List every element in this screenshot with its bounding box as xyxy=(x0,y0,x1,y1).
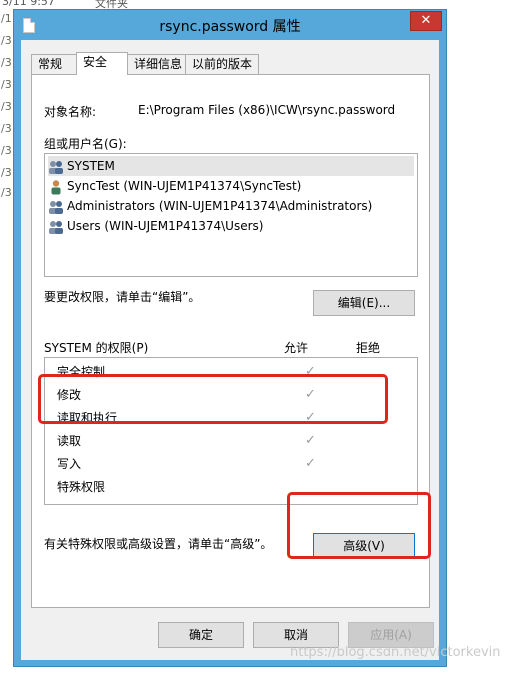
user-group-icon xyxy=(49,200,63,214)
properties-dialog: rsync.password 属性 ✕ 常规 安全 详细信息 以前的版本 对象名… xyxy=(13,9,447,667)
edit-button[interactable]: 编辑(E)... xyxy=(313,290,415,316)
edit-hint: 要更改权限，请单击“编辑”。 xyxy=(44,290,201,304)
user-group-icon xyxy=(49,220,63,234)
background-item: /3 xyxy=(1,56,12,69)
object-name-label: 对象名称: xyxy=(44,105,97,119)
user-name: SYSTEM xyxy=(67,159,115,173)
advanced-hint: 有关特殊权限或高级设置，请单击“高级”。 xyxy=(44,537,273,551)
background-item: /3 xyxy=(1,122,12,135)
permissions-header: SYSTEM 的权限(P) xyxy=(44,341,149,355)
watermark: https://blog.csdn.net/victorkevin xyxy=(290,645,501,660)
list-item[interactable]: Users (WIN-UJEM1P41374\Users) xyxy=(48,216,414,236)
dialog-client: 常规 安全 详细信息 以前的版本 对象名称: E:\Program Files … xyxy=(21,40,439,660)
list-item[interactable]: SyncTest (WIN-UJEM1P41374\SyncTest) xyxy=(48,176,414,196)
list-item[interactable]: SYSTEM xyxy=(48,156,414,176)
permission-name: 特殊权限 xyxy=(57,480,106,494)
annotation-highlight-permissions xyxy=(38,374,388,424)
group-or-user-label: 组或用户名(G): xyxy=(44,137,127,151)
allow-header: 允许 xyxy=(284,341,309,355)
object-name-value: E:\Program Files (x86)\ICW\rsync.passwor… xyxy=(138,103,396,117)
annotation-highlight-advanced xyxy=(287,492,431,559)
deny-header: 拒绝 xyxy=(356,341,381,355)
user-name: SyncTest (WIN-UJEM1P41374\SyncTest) xyxy=(67,179,302,193)
allow-check-icon: ✓ xyxy=(305,433,316,448)
user-icon xyxy=(51,179,61,194)
tab-general[interactable]: 常规 xyxy=(31,54,77,74)
ok-button[interactable]: 确定 xyxy=(158,622,244,648)
background-date: 3/11 9:57 xyxy=(2,0,55,8)
allow-check-icon: ✓ xyxy=(305,456,316,471)
tab-security[interactable]: 安全 xyxy=(76,52,128,75)
close-button[interactable]: ✕ xyxy=(410,11,442,31)
user-name: Administrators (WIN-UJEM1P41374\Administ… xyxy=(67,199,373,213)
background-item: /3 xyxy=(1,186,12,199)
title-bar[interactable]: rsync.password 属性 ✕ xyxy=(14,10,446,40)
background-item: /3 xyxy=(1,144,12,157)
background-item: /3 xyxy=(1,166,12,179)
list-item[interactable]: Administrators (WIN-UJEM1P41374\Administ… xyxy=(48,196,414,216)
background-item: /3 xyxy=(1,100,12,113)
permission-row: 读取 ✓ xyxy=(57,431,387,451)
tab-details[interactable]: 详细信息 xyxy=(127,54,186,74)
background-list: /1 /3 /3 /3 /3 /3 /3 /3 /3 xyxy=(0,10,13,210)
users-listbox[interactable]: SYSTEM SyncTest (WIN-UJEM1P41374\SyncTes… xyxy=(44,153,418,277)
tab-previous-versions[interactable]: 以前的版本 xyxy=(185,54,259,74)
background-item: /3 xyxy=(1,78,12,91)
permission-name: 写入 xyxy=(57,457,82,471)
user-name: Users (WIN-UJEM1P41374\Users) xyxy=(67,219,264,233)
background-item: /1 xyxy=(1,12,12,25)
permission-row: 写入 ✓ xyxy=(57,454,387,474)
window-title: rsync.password 属性 xyxy=(159,19,301,35)
background-item: /3 xyxy=(1,34,12,47)
permission-name: 读取 xyxy=(57,434,82,448)
user-group-icon xyxy=(49,160,63,174)
